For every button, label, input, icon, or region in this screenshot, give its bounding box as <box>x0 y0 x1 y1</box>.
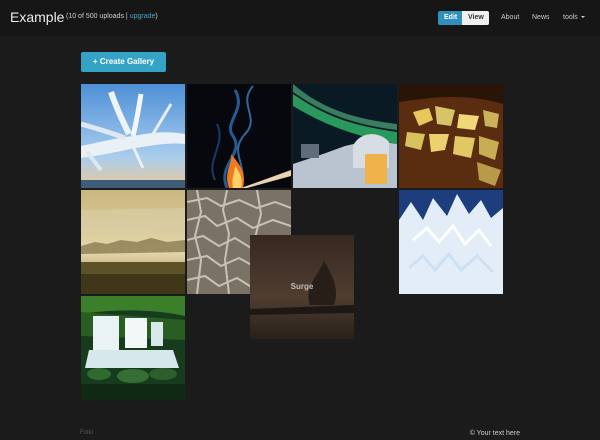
gallery-item-golden-ice-shards[interactable] <box>399 84 503 188</box>
footer-copyright: © Your text here <box>469 430 520 437</box>
gallery-item-waterfall-forest[interactable] <box>81 296 185 400</box>
gallery-item-ice-crystals[interactable] <box>399 190 503 294</box>
nav-news-link[interactable]: News <box>532 14 550 21</box>
blue-smoke-flame-photo <box>187 84 291 188</box>
chevron-down-icon <box>580 16 585 19</box>
aurora-over-observatory-photo <box>293 84 397 188</box>
nav-tools-label: tools <box>563 14 578 21</box>
gallery-item-blue-smoke-flame[interactable] <box>187 84 291 188</box>
view-button[interactable]: View <box>462 11 489 25</box>
edit-button[interactable]: Edit <box>438 11 462 25</box>
upload-quota: (10 of 500 uploads | upgrade) <box>66 13 158 20</box>
brand-title[interactable]: Example <box>10 9 64 25</box>
footer-logo-text: Fotki <box>80 430 94 436</box>
ice-crystals-photo <box>399 190 503 294</box>
footer-logo: Fotki <box>80 430 93 436</box>
golden-ice-shards-photo <box>399 84 503 188</box>
frozen-branch-photo <box>81 84 185 188</box>
gallery-item-misty-meadow[interactable] <box>81 190 185 294</box>
waterfall-forest-photo <box>81 296 185 400</box>
edit-view-toggle: Edit View <box>438 11 489 25</box>
upgrade-link[interactable]: upgrade <box>130 13 156 20</box>
gallery-item-surge[interactable]: Surge <box>250 235 354 339</box>
upload-quota-prefix: (10 of 500 uploads | <box>66 13 128 20</box>
gallery-item-aurora-observatory[interactable] <box>293 84 397 188</box>
create-gallery-button[interactable]: + Create Gallery <box>81 52 166 72</box>
upload-quota-suffix: ) <box>155 13 158 20</box>
top-navbar: Example (10 of 500 uploads | upgrade) Ed… <box>0 0 600 36</box>
nav-tools-dropdown[interactable]: tools <box>563 14 585 21</box>
surge-caption: Surge <box>290 282 314 291</box>
gallery-item-frozen-branch[interactable] <box>81 84 185 188</box>
misty-meadow-photo <box>81 190 185 294</box>
nav-about-link[interactable]: About <box>501 14 519 21</box>
